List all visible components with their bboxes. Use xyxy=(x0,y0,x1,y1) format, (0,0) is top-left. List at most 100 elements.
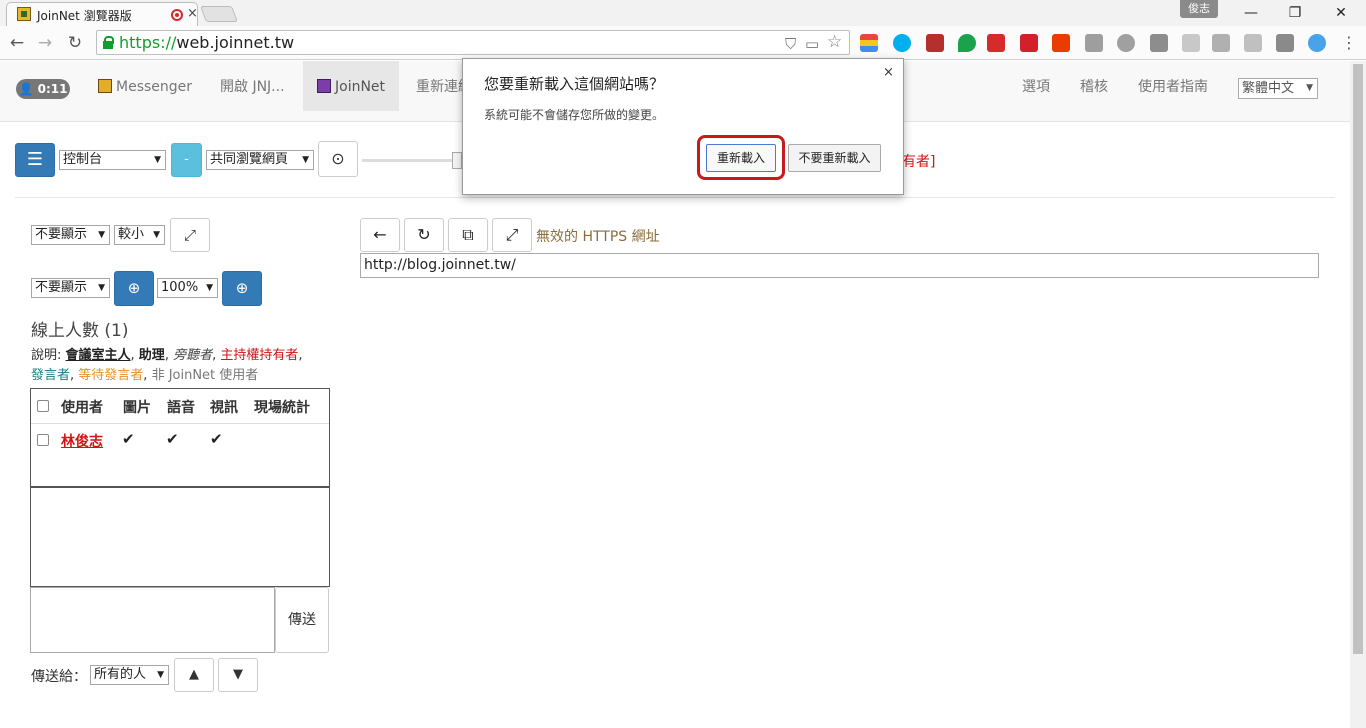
legend-assistant: 助理 xyxy=(138,348,165,363)
expand-video-button[interactable]: ⤢ xyxy=(170,218,210,252)
reload-confirm-button[interactable]: 重新載入 xyxy=(706,144,776,172)
dialog-close-button[interactable]: × xyxy=(883,65,894,80)
send-button[interactable]: 傳送 xyxy=(275,587,329,653)
address-url: https://web.joinnet.tw xyxy=(119,33,295,52)
close-window-button[interactable]: ✕ xyxy=(1318,2,1364,24)
browser-tab-strip: JoinNet 瀏覽器版 × 俊志 — ❐ ✕ xyxy=(0,0,1366,26)
language-select[interactable]: 繁體中文 ▼ xyxy=(1238,78,1318,99)
header-photo: 圖片 xyxy=(123,400,151,416)
slider-handle[interactable] xyxy=(452,152,462,169)
recording-indicator-icon xyxy=(171,9,183,21)
reload-button[interactable]: ↻ xyxy=(64,32,86,54)
console-select[interactable]: 控制台 ▼ xyxy=(59,150,166,170)
voice-check-icon: ✔ xyxy=(166,430,179,448)
recipient-select[interactable]: 所有的人 ▼ xyxy=(90,665,169,685)
scroll-up-button[interactable]: ▲ xyxy=(174,658,214,692)
legend-owner: 主持權持有者 xyxy=(220,348,299,363)
user-table: 使用者 圖片 語音 視訊 現場統計 林俊志 ✔ ✔ ✔ xyxy=(30,388,330,487)
extension-icon[interactable] xyxy=(860,34,878,52)
browser-tab[interactable]: JoinNet 瀏覽器版 × xyxy=(6,2,198,26)
zoom-select[interactable]: 100% ▼ xyxy=(157,278,218,298)
slider-track[interactable] xyxy=(362,159,457,162)
acrobat-icon[interactable] xyxy=(1020,34,1038,52)
scroll-down-button[interactable]: ▼ xyxy=(218,658,258,692)
shield-icon[interactable]: ⛉ xyxy=(785,35,796,53)
secure-lock-icon xyxy=(103,36,114,49)
header-voice: 語音 xyxy=(167,400,195,416)
nav-user-guide[interactable]: 使用者指南 xyxy=(1138,61,1208,111)
nav-joinnet[interactable]: JoinNet xyxy=(303,61,400,111)
nav-options[interactable]: 選項 xyxy=(1022,61,1050,111)
exif-icon[interactable] xyxy=(1244,34,1262,52)
legend-observer: 旁聽者 xyxy=(173,348,213,363)
minimize-button[interactable]: — xyxy=(1228,2,1274,24)
extension-grid-icon[interactable] xyxy=(1276,34,1294,52)
browse-refresh-button[interactable]: ↻ xyxy=(404,218,444,252)
download-button[interactable]: ⊕ xyxy=(222,271,262,306)
photo-check-icon: ✔ xyxy=(122,430,135,448)
scrollbar-thumb[interactable] xyxy=(1353,64,1363,654)
minus-button[interactable]: - xyxy=(171,143,202,177)
select-all-checkbox[interactable] xyxy=(37,400,49,412)
new-tab-button[interactable] xyxy=(200,6,238,22)
cobrowse-url-input[interactable]: http://blog.joinnet.tw/ xyxy=(360,253,1319,278)
legend-waiting: 等待發言者 xyxy=(78,368,144,383)
cloud-icon[interactable] xyxy=(1308,34,1326,52)
size-select[interactable]: 較小 ▼ xyxy=(114,225,165,245)
chat-input[interactable] xyxy=(30,587,275,653)
user-row-checkbox[interactable] xyxy=(37,434,49,446)
page-scrollbar[interactable] xyxy=(1350,61,1366,728)
user-name[interactable]: 林俊志 xyxy=(61,431,103,451)
legend-host: 會議室主人 xyxy=(65,348,131,363)
dialog-message: 系統可能不會儲存您所做的變更。 xyxy=(484,108,665,122)
dialog-title: 您要重新載入這個網站嗎？ xyxy=(484,75,665,93)
record-target-button[interactable]: ⊙ xyxy=(318,141,358,177)
legend-non-user: 非 JoinNet 使用者 xyxy=(151,368,259,383)
extension-leaf-icon[interactable] xyxy=(958,34,976,52)
bookmark-star-icon[interactable]: ☆ xyxy=(827,32,842,52)
camera-blocked-icon[interactable]: ▭ xyxy=(805,35,819,53)
online-count-title: 線上人數 (1) xyxy=(31,321,129,341)
forward-button[interactable]: → xyxy=(34,32,56,54)
tab-close-button[interactable]: × xyxy=(187,6,198,21)
browser-toolbar: ← → ↻ https://web.joinnet.tw ⛉ ▭ ☆ ⋮ xyxy=(0,26,1366,60)
header-user: 使用者 xyxy=(61,400,103,416)
office-icon[interactable] xyxy=(1052,34,1070,52)
section-divider xyxy=(15,197,1335,198)
browse-back-button[interactable]: ← xyxy=(360,218,400,252)
dont-reload-button[interactable]: 不要重新載入 xyxy=(788,144,881,172)
https-warning-text: 無效的 HTTPS 網址 xyxy=(536,229,660,245)
video-check-icon: ✔ xyxy=(210,430,223,448)
upload-button[interactable]: ⊕ xyxy=(114,271,154,306)
extension-doc-icon[interactable] xyxy=(1182,34,1200,52)
legend-speaker: 發言者 xyxy=(31,368,71,383)
browse-expand-button[interactable]: ⤢ xyxy=(492,218,532,252)
role-legend: 說明: 會議室主人, 助理, 旁聽者, 主持權持有者, 發言者, 等待發言者, 非… xyxy=(31,348,303,383)
document-display-select[interactable]: 不要顯示 ▼ xyxy=(31,278,110,298)
nav-audit[interactable]: 稽核 xyxy=(1080,61,1108,111)
nav-messenger[interactable]: Messenger xyxy=(98,61,192,111)
nav-open-jnj[interactable]: 開啟 JNJ... xyxy=(220,61,285,111)
messenger-icon xyxy=(98,79,112,93)
joinnet-favicon-icon xyxy=(17,7,31,21)
lite-extension-icon[interactable] xyxy=(987,34,1005,52)
video-display-select[interactable]: 不要顯示 ▼ xyxy=(31,225,110,245)
extension-s-icon[interactable] xyxy=(1150,34,1168,52)
address-bar[interactable]: https://web.joinnet.tw ⛉ ▭ ☆ xyxy=(96,30,850,55)
back-button[interactable]: ← xyxy=(6,32,28,54)
tab-title: JoinNet 瀏覽器版 xyxy=(37,9,132,23)
restore-button[interactable]: ❐ xyxy=(1272,2,1318,24)
profile-button[interactable]: 俊志 xyxy=(1180,0,1218,18)
skype-icon[interactable] xyxy=(893,34,911,52)
send-to-label: 傳送給： xyxy=(31,669,87,685)
menu-icon[interactable]: ⋮ xyxy=(1338,32,1360,54)
extension-book-icon[interactable] xyxy=(926,34,944,52)
table-header-rule xyxy=(31,423,329,424)
extension-gray-icon[interactable] xyxy=(1085,34,1103,52)
drive-icon[interactable] xyxy=(1212,34,1230,52)
open-external-button[interactable]: ⧉ xyxy=(448,218,488,252)
header-stats: 現場統計 xyxy=(254,400,310,416)
extension-m-icon[interactable] xyxy=(1117,34,1135,52)
hamburger-menu-button[interactable]: ☰ xyxy=(15,143,55,177)
mode-select[interactable]: 共同瀏覽網頁 ▼ xyxy=(206,150,314,170)
